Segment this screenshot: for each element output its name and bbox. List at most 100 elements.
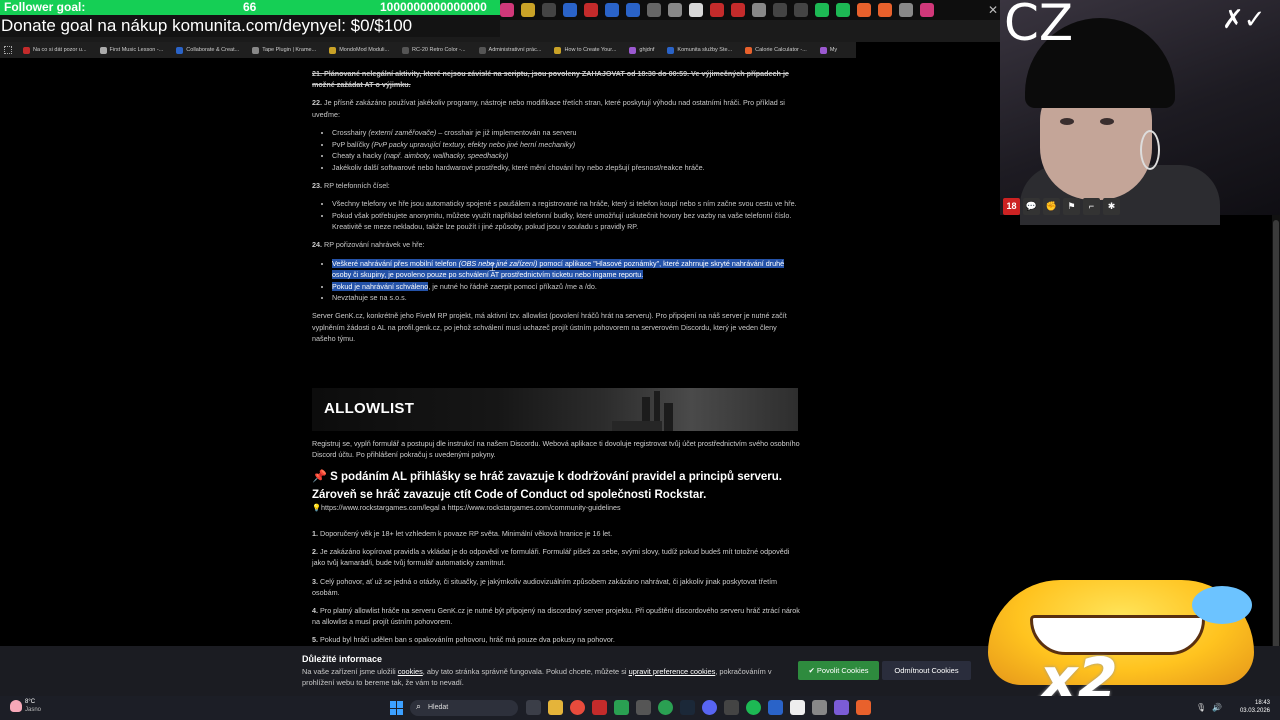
rule-22-list: Crosshairy (externí zaměřovače) – crossh… bbox=[312, 127, 802, 173]
tab-icon[interactable] bbox=[815, 3, 829, 17]
xbox-icon[interactable] bbox=[658, 700, 673, 715]
tab-icon[interactable] bbox=[563, 3, 577, 17]
pushpin-icon: 📌 bbox=[312, 469, 327, 483]
task-view-icon[interactable] bbox=[526, 700, 541, 715]
tab-icon[interactable] bbox=[500, 3, 514, 17]
rule-22: 22. Je přísně zakázáno používat jakékoli… bbox=[312, 97, 802, 119]
list-item: Všechny telefony ve hře jsou automaticky… bbox=[332, 198, 802, 209]
tab-icon[interactable] bbox=[647, 3, 661, 17]
list-item: Cheaty a hacky (např. aimboty, wallhacky… bbox=[332, 150, 802, 161]
app-icon[interactable] bbox=[834, 700, 849, 715]
bookmark-icon bbox=[402, 46, 410, 54]
apps-grid-icon[interactable] bbox=[4, 46, 12, 54]
app-icon[interactable] bbox=[790, 700, 805, 715]
app-icon[interactable] bbox=[856, 700, 871, 715]
bookmark-icon bbox=[329, 46, 337, 54]
tab-icon[interactable] bbox=[605, 3, 619, 17]
weather-icon[interactable] bbox=[10, 700, 22, 712]
tab-icon[interactable] bbox=[668, 3, 682, 17]
rule-24-list: Veškeré nahrávání přes mobilní telefon (… bbox=[312, 258, 802, 304]
webcam-badges: 18 💬 ✊ ⚑ ⌐ ✱ bbox=[1003, 198, 1120, 215]
file-explorer-icon[interactable] bbox=[548, 700, 563, 715]
app-icon[interactable] bbox=[636, 700, 651, 715]
tab-icon[interactable] bbox=[857, 3, 871, 17]
system-tray: 🎙 🔊 bbox=[1196, 703, 1222, 712]
bookmark[interactable]: Collaborate & Creat... bbox=[176, 46, 249, 54]
tab-icon[interactable] bbox=[920, 3, 934, 17]
mic-icon[interactable]: 🎙 bbox=[1196, 703, 1206, 712]
bookmark[interactable]: My bbox=[819, 46, 847, 54]
cookie-preferences-link[interactable]: upravit preference cookies bbox=[629, 667, 716, 676]
tab-icon[interactable] bbox=[710, 3, 724, 17]
bookmark[interactable]: Komunita služby Ste... bbox=[667, 46, 742, 54]
chrome-icon[interactable] bbox=[570, 700, 585, 715]
tab-icon[interactable] bbox=[626, 3, 640, 17]
tab-icon[interactable] bbox=[542, 3, 556, 17]
bookmark[interactable]: Calorie Calculator -... bbox=[745, 46, 817, 54]
clock-time[interactable]: 18:43 bbox=[1228, 700, 1270, 706]
spotify-icon[interactable] bbox=[746, 700, 761, 715]
rule-24: 24. RP pořizování nahrávek ve hře: bbox=[312, 240, 425, 250]
clock-date[interactable]: 03.03.2026 bbox=[1228, 708, 1270, 714]
tab-icon[interactable] bbox=[773, 3, 787, 17]
list-item: Jakékoliv další softwarové nebo hardwaro… bbox=[332, 162, 802, 173]
rule-number: 22. bbox=[312, 98, 322, 108]
headset-icon bbox=[1140, 130, 1160, 170]
allow-cookies-button[interactable]: ✔ Povolit Cookies bbox=[798, 661, 879, 680]
pinned-apps bbox=[526, 700, 871, 715]
tab-icon[interactable] bbox=[794, 3, 808, 17]
bookmark[interactable]: Administrativní prác... bbox=[478, 46, 552, 54]
cookie-title: Důležité informace bbox=[302, 654, 383, 664]
list-item: PvP balíčky (PvP packy upravující textur… bbox=[332, 139, 802, 150]
app-icon[interactable] bbox=[768, 700, 783, 715]
webcam-eye bbox=[1100, 118, 1114, 125]
bookmark-icon bbox=[667, 46, 675, 54]
tab-icon[interactable] bbox=[836, 3, 850, 17]
bookmark[interactable]: Na co si dát pozor u... bbox=[23, 46, 97, 54]
tab-icon[interactable] bbox=[752, 3, 766, 17]
tab-icon[interactable] bbox=[521, 3, 535, 17]
tab-icons bbox=[500, 3, 934, 17]
bug-icon: ✱ bbox=[1103, 198, 1120, 215]
allowlist-rules: 1. Doporučený věk je 18+ let vzhledem k … bbox=[312, 528, 802, 653]
steam-icon[interactable] bbox=[680, 700, 695, 715]
discord-icon[interactable] bbox=[702, 700, 717, 715]
bookmark[interactable]: MondoMod Moduli... bbox=[329, 46, 399, 54]
deny-cookies-button[interactable]: Odmítnout Cookies bbox=[882, 661, 971, 680]
app-icon[interactable] bbox=[614, 700, 629, 715]
bookmark[interactable]: ghjdnf bbox=[629, 46, 664, 54]
bookmark[interactable]: First Music Lesson -... bbox=[99, 46, 174, 54]
allowlist-banner: ALLOWLIST bbox=[312, 388, 798, 431]
taskbar-search-input[interactable]: Hledat bbox=[410, 700, 518, 716]
app-icon[interactable] bbox=[812, 700, 827, 715]
bookmark[interactable]: Tape Plugin | Krame... bbox=[252, 46, 326, 54]
app-icon[interactable] bbox=[724, 700, 739, 715]
tab-icon[interactable] bbox=[899, 3, 913, 17]
app-icon[interactable] bbox=[592, 700, 607, 715]
tab-icon[interactable] bbox=[731, 3, 745, 17]
list-item[interactable]: Pokud je nahrávání schváleno, je nutné h… bbox=[332, 281, 802, 292]
allowlist-title: ALLOWLIST bbox=[324, 400, 415, 417]
cookies-link[interactable]: cookies bbox=[398, 667, 423, 676]
list-item: Pokud však potřebujete anonymitu, můžete… bbox=[332, 210, 802, 232]
cookie-text: Na vaše zařízení jsme uložili cookies, a… bbox=[302, 667, 772, 687]
bookmark-icon bbox=[745, 46, 753, 54]
windows-start-icon[interactable] bbox=[390, 701, 404, 715]
allowlist-rule: 2. Je zakázáno kopírovat pravidla a vklá… bbox=[312, 547, 790, 568]
close-icon[interactable]: ✕ bbox=[986, 3, 1000, 17]
scrollbar-thumb[interactable] bbox=[1273, 220, 1279, 690]
volume-icon[interactable]: 🔊 bbox=[1212, 703, 1222, 712]
tab-icon[interactable] bbox=[689, 3, 703, 17]
rockstar-links[interactable]: 💡https://www.rockstargames.com/legal a h… bbox=[312, 503, 621, 512]
tab-icon[interactable] bbox=[584, 3, 598, 17]
weather-description: Jasno bbox=[25, 707, 42, 713]
allowlist-rule: 5. Pokud byl hráči udělen ban s opakován… bbox=[312, 635, 615, 645]
mouse-cursor-icon: ⌶ bbox=[489, 262, 496, 274]
list-item[interactable]: Veškeré nahrávání přes mobilní telefon (… bbox=[332, 258, 802, 280]
bookmark[interactable]: How to Create Your... bbox=[554, 46, 626, 54]
bookmark-icon bbox=[629, 46, 637, 54]
bookmark[interactable]: RC-20 Retro Color -... bbox=[402, 46, 476, 54]
rule-text: Je přísně zakázáno používat jakékoliv pr… bbox=[312, 98, 785, 119]
tab-icon[interactable] bbox=[878, 3, 892, 17]
lightbulb-icon: 💡 bbox=[312, 503, 321, 512]
